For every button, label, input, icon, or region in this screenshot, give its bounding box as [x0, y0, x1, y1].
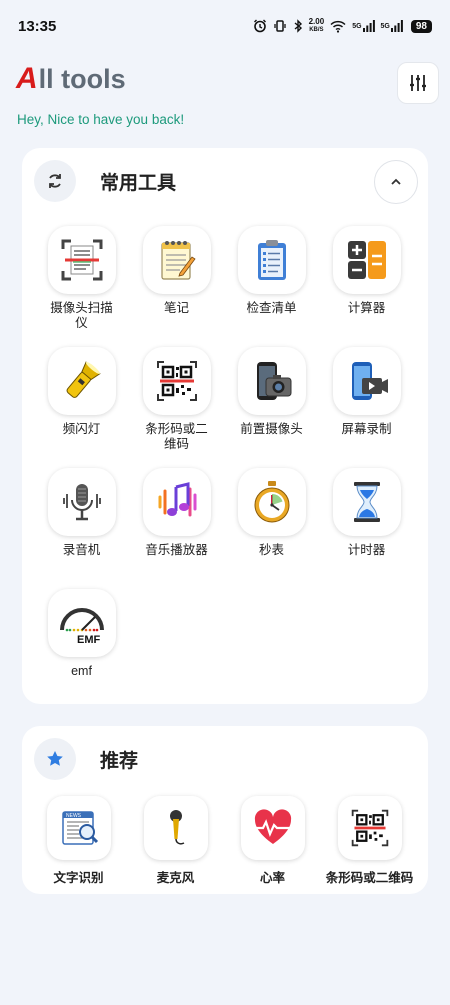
tool-label: 检查清单: [246, 301, 297, 315]
reco-label: 文字识别: [53, 871, 104, 885]
app-title: A ll tools: [16, 62, 126, 96]
reco-label: 心率: [259, 871, 285, 885]
net-speed: 2.00 KB/S: [308, 17, 325, 34]
star-icon: [34, 738, 76, 780]
tool-emf-meter[interactable]: EMF emf: [34, 589, 129, 704]
recommended-header: 推荐: [34, 738, 416, 780]
vibrate-icon: [273, 19, 287, 33]
app-title-text: ll tools: [38, 64, 126, 94]
front-camera-icon: [237, 347, 306, 415]
screen-record-icon: [332, 347, 401, 415]
tool-stopwatch[interactable]: 秒表: [224, 468, 319, 583]
wifi-icon: [330, 20, 346, 33]
reco-microphone[interactable]: 麦克风: [127, 796, 224, 886]
tool-camera-scanner[interactable]: 摄像头扫描仪: [34, 226, 129, 341]
hourglass-icon: [332, 468, 401, 536]
tool-label: emf: [71, 664, 92, 678]
calculator-icon: [332, 226, 401, 294]
status-bar: 13:35 2.00 KB/S 5G 5G 98: [0, 0, 450, 52]
reco-text-recognition[interactable]: NEWS 文字识别: [30, 796, 127, 886]
tool-label: 频闪灯: [62, 422, 101, 436]
recommended-grid: NEWS 文字识别 麦克风 心率 条形码或二维码: [22, 796, 428, 886]
app-logo-letter: A: [16, 62, 38, 95]
microphone-icon: [143, 796, 208, 860]
status-icons: 2.00 KB/S 5G 5G 98: [253, 18, 432, 34]
settings-sliders-button[interactable]: [397, 62, 439, 104]
welcome-subtitle: Hey, Nice to have you back!: [17, 112, 185, 127]
music-note-icon: [142, 468, 211, 536]
tool-music-player[interactable]: 音乐播放器: [129, 468, 224, 583]
recommended-title: 推荐: [100, 750, 139, 772]
tool-timer[interactable]: 计时器: [319, 468, 414, 583]
common-tools-header: 常用工具: [34, 160, 418, 204]
reco-label: 麦克风: [156, 871, 195, 885]
tool-label: 摄像头扫描仪: [50, 301, 113, 330]
tool-strobe-light[interactable]: 频闪灯: [34, 347, 129, 462]
heart-rate-icon: [240, 796, 305, 860]
tool-screen-record[interactable]: 屏幕录制: [319, 347, 414, 462]
reco-label: 条形码或二维码: [325, 871, 414, 885]
svg-text:NEWS: NEWS: [66, 813, 82, 819]
document-scanner-icon: [47, 226, 116, 294]
tool-calculator[interactable]: 计算器: [319, 226, 414, 341]
svg-text:EMF: EMF: [77, 634, 101, 646]
status-time: 13:35: [18, 17, 57, 35]
alarm-icon: [253, 19, 267, 33]
text-recognition-icon: NEWS: [46, 796, 111, 860]
clipboard-checklist-icon: [237, 226, 306, 294]
reco-qr-barcode[interactable]: 条形码或二维码: [321, 796, 418, 886]
reco-heart-rate[interactable]: 心率: [224, 796, 321, 886]
tool-qr-barcode[interactable]: 条形码或二维码: [129, 347, 224, 462]
common-tools-title: 常用工具: [100, 172, 177, 194]
tool-label: 音乐播放器: [145, 543, 208, 557]
chevron-up-icon: [391, 178, 401, 185]
qr-barcode-icon: [337, 796, 402, 860]
sync-icon: [34, 160, 76, 202]
signal-icon: 5G: [352, 20, 375, 32]
tool-label: 秒表: [258, 543, 284, 557]
common-tools-card: 常用工具 摄像头扫描仪 笔记 检查清单 计算器 频闪灯 条形码或二维码 前置摄像…: [22, 148, 428, 704]
tool-checklist[interactable]: 检查清单: [224, 226, 319, 341]
tool-label: 前置摄像头: [240, 422, 303, 436]
signal-icon-2: 5G: [381, 20, 403, 32]
tool-front-camera[interactable]: 前置摄像头: [224, 347, 319, 462]
collapse-button[interactable]: [374, 160, 418, 204]
tool-label: 计时器: [347, 543, 386, 557]
flashlight-icon: [47, 347, 116, 415]
microphone-recorder-icon: [47, 468, 116, 536]
tool-label: 条形码或二维码: [145, 422, 208, 451]
recommended-card: 推荐 NEWS 文字识别 麦克风 心率 条形码或二维码: [22, 726, 428, 894]
notepad-icon: [142, 226, 211, 294]
tool-label: 计算器: [347, 301, 386, 315]
emf-meter-icon: EMF: [47, 589, 116, 657]
qr-barcode-icon: [142, 347, 211, 415]
tool-label: 录音机: [62, 543, 101, 557]
sliders-icon: [410, 75, 426, 91]
tool-label: 屏幕录制: [341, 422, 392, 436]
tool-notes[interactable]: 笔记: [129, 226, 224, 341]
battery-indicator: 98: [410, 19, 432, 33]
stopwatch-icon: [237, 468, 306, 536]
tool-label: 笔记: [163, 301, 189, 315]
tool-voice-recorder[interactable]: 录音机: [34, 468, 129, 583]
common-tools-grid: 摄像头扫描仪 笔记 检查清单 计算器 频闪灯 条形码或二维码 前置摄像头 屏幕录…: [22, 226, 428, 704]
bluetooth-icon: [293, 19, 303, 33]
